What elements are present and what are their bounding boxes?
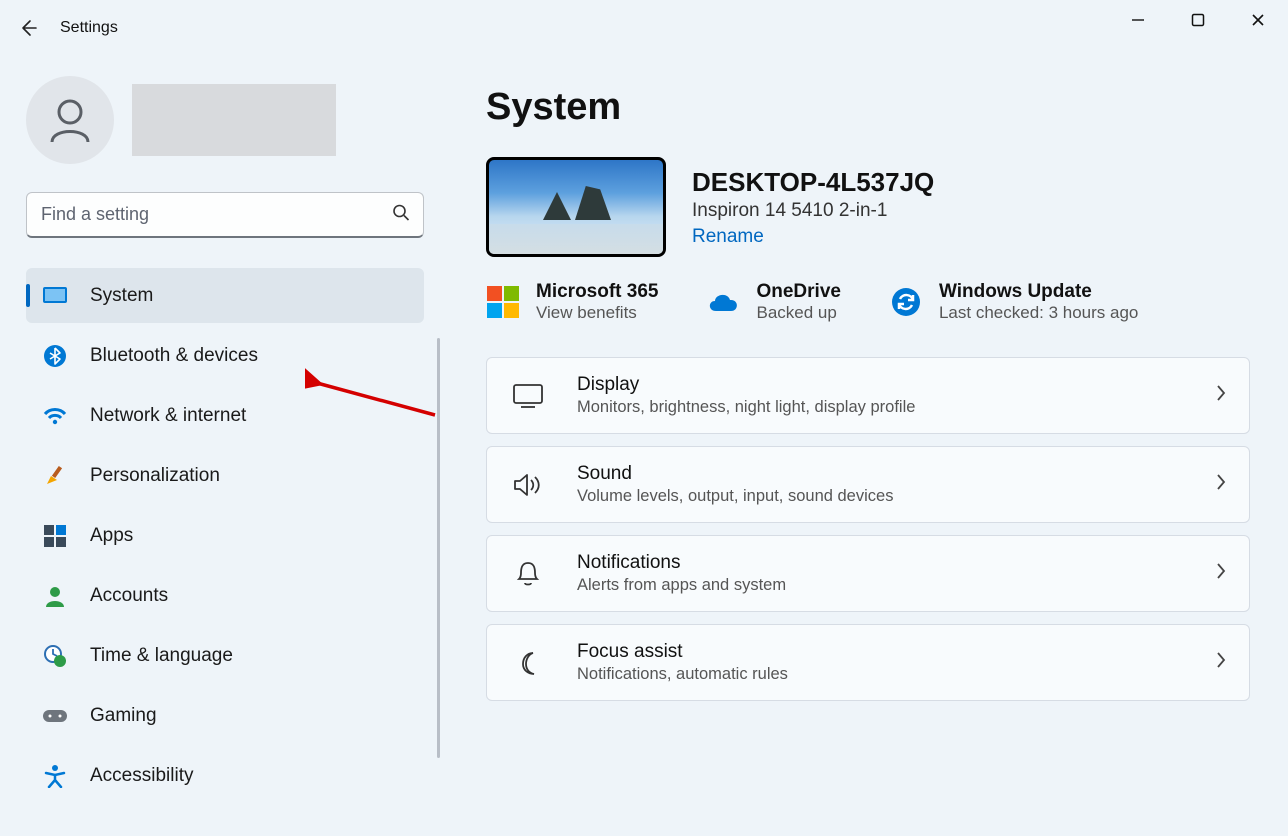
bluetooth-icon <box>42 343 68 369</box>
wifi-icon <box>42 403 68 429</box>
card-title: Display <box>577 374 915 396</box>
back-button[interactable] <box>8 8 48 48</box>
gamepad-icon <box>42 703 68 729</box>
paintbrush-icon <box>42 463 68 489</box>
sidebar-item-accounts[interactable]: Accounts <box>26 568 424 623</box>
accessibility-icon <box>42 763 68 789</box>
card-subtitle: Volume levels, output, input, sound devi… <box>577 487 893 506</box>
settings-card-sound[interactable]: Sound Volume levels, output, input, soun… <box>486 446 1250 523</box>
card-title: Sound <box>577 463 893 485</box>
accounts-icon <box>42 583 68 609</box>
sidebar-item-personalization[interactable]: Personalization <box>26 448 424 503</box>
card-subtitle: Alerts from apps and system <box>577 576 786 595</box>
nav-list: System Bluetooth & devices Network & int… <box>26 268 424 803</box>
sidebar-item-label: Network & internet <box>90 405 246 427</box>
chevron-right-icon <box>1215 651 1227 674</box>
sidebar-item-label: Accounts <box>90 585 168 607</box>
minimize-button[interactable] <box>1108 0 1168 40</box>
person-icon <box>44 94 96 146</box>
rename-link[interactable]: Rename <box>692 226 934 248</box>
moon-icon <box>509 650 547 676</box>
status-sub: Backed up <box>756 303 840 323</box>
apps-icon <box>42 523 68 549</box>
sidebar-item-label: Gaming <box>90 705 157 727</box>
sidebar: System Bluetooth & devices Network & int… <box>0 56 440 836</box>
sidebar-item-label: Time & language <box>90 645 233 667</box>
user-name-redacted <box>132 84 336 156</box>
card-title: Focus assist <box>577 641 788 663</box>
status-title: OneDrive <box>756 281 840 303</box>
update-icon <box>889 285 923 319</box>
status-title: Microsoft 365 <box>536 281 658 303</box>
sidebar-item-system[interactable]: System <box>26 268 424 323</box>
window-controls <box>1108 0 1288 40</box>
card-subtitle: Notifications, automatic rules <box>577 665 788 684</box>
microsoft-logo-icon <box>486 285 520 319</box>
device-model: Inspiron 14 5410 2-in-1 <box>692 200 934 222</box>
device-thumbnail[interactable] <box>486 157 666 257</box>
card-title: Notifications <box>577 552 786 574</box>
cloud-icon <box>706 285 740 319</box>
system-icon <box>42 283 68 309</box>
avatar <box>26 76 114 164</box>
sidebar-item-accessibility[interactable]: Accessibility <box>26 748 424 803</box>
chevron-right-icon <box>1215 473 1227 496</box>
minimize-icon <box>1131 13 1145 27</box>
main-content: System DESKTOP-4L537JQ Inspiron 14 5410 … <box>440 56 1288 836</box>
search-input[interactable] <box>26 192 424 238</box>
maximize-icon <box>1191 13 1205 27</box>
status-sub: View benefits <box>536 303 658 323</box>
sidebar-item-label: Accessibility <box>90 765 193 787</box>
settings-card-notifications[interactable]: Notifications Alerts from apps and syste… <box>486 535 1250 612</box>
sidebar-item-label: Apps <box>90 525 133 547</box>
status-onedrive[interactable]: OneDrive Backed up <box>706 281 840 323</box>
sound-icon <box>509 472 547 498</box>
status-sub: Last checked: 3 hours ago <box>939 303 1138 323</box>
page-title: System <box>486 86 1252 129</box>
device-info: DESKTOP-4L537JQ Inspiron 14 5410 2-in-1 … <box>486 157 1252 257</box>
sidebar-item-label: System <box>90 285 153 307</box>
settings-card-focus-assist[interactable]: Focus assist Notifications, automatic ru… <box>486 624 1250 701</box>
close-button[interactable] <box>1228 0 1288 40</box>
sidebar-item-label: Personalization <box>90 465 220 487</box>
sidebar-item-bluetooth[interactable]: Bluetooth & devices <box>26 328 424 383</box>
clock-globe-icon <box>42 643 68 669</box>
chevron-right-icon <box>1215 562 1227 585</box>
search-icon <box>392 204 410 227</box>
sidebar-item-gaming[interactable]: Gaming <box>26 688 424 743</box>
app-title: Settings <box>60 19 118 37</box>
close-icon <box>1251 13 1265 27</box>
chevron-right-icon <box>1215 384 1227 407</box>
sidebar-item-apps[interactable]: Apps <box>26 508 424 563</box>
status-row: Microsoft 365 View benefits OneDrive Bac… <box>486 281 1252 323</box>
search-box[interactable] <box>26 192 424 238</box>
bell-icon <box>509 560 547 588</box>
settings-card-display[interactable]: Display Monitors, brightness, night ligh… <box>486 357 1250 434</box>
sidebar-item-label: Bluetooth & devices <box>90 345 258 367</box>
display-icon <box>509 384 547 408</box>
device-name: DESKTOP-4L537JQ <box>692 167 934 198</box>
profile-block[interactable] <box>26 76 422 164</box>
maximize-button[interactable] <box>1168 0 1228 40</box>
status-ms365[interactable]: Microsoft 365 View benefits <box>486 281 658 323</box>
sidebar-scrollbar[interactable] <box>437 338 440 758</box>
status-windows-update[interactable]: Windows Update Last checked: 3 hours ago <box>889 281 1138 323</box>
card-subtitle: Monitors, brightness, night light, displ… <box>577 398 915 417</box>
sidebar-item-network[interactable]: Network & internet <box>26 388 424 443</box>
status-title: Windows Update <box>939 281 1138 303</box>
back-arrow-icon <box>18 18 38 38</box>
title-bar: Settings <box>0 0 1288 56</box>
sidebar-item-time-language[interactable]: Time & language <box>26 628 424 683</box>
